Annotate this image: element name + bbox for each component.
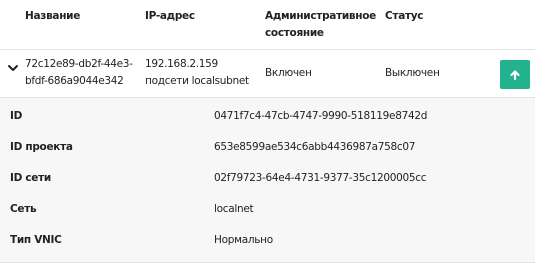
chevron-down-icon[interactable] xyxy=(7,62,19,74)
detail-value: 653e8599ae534c6abb4436987a758c07 xyxy=(214,141,416,153)
port-admin-state: Включен xyxy=(265,67,312,79)
detail-label: Тип VNIC xyxy=(10,234,62,246)
row-details-panel: ID 0471f7c4-47cb-4747-9990-518119e8742d … xyxy=(0,98,535,263)
detail-value: 0471f7c4-47cb-4747-9990-518119e8742d xyxy=(214,110,428,122)
detail-label: Сеть xyxy=(10,203,37,215)
detail-label: ID xyxy=(10,110,23,122)
column-header-admin-state[interactable]: Административное состояние xyxy=(265,8,385,42)
detail-row-project-id: ID проекта 653e8599ae534c6abb4436987a758… xyxy=(0,133,535,163)
detail-row-vnic-type: Тип VNIC Нормально xyxy=(0,226,535,256)
port-status: Выключен xyxy=(385,67,440,79)
detail-row-network-id: ID сети 02f79723-64e4-4731-9377-35c12000… xyxy=(0,164,535,194)
detail-row-network: Сеть localnet xyxy=(0,195,535,225)
detail-row-id: ID 0471f7c4-47cb-4747-9990-518119e8742d xyxy=(0,102,535,132)
port-name: 72c12e89-db2f-44e3-bfdf-686a9044e342 xyxy=(25,58,133,87)
detail-value: localnet xyxy=(214,203,254,215)
detail-label: ID сети xyxy=(10,172,51,184)
detail-value: Нормально xyxy=(214,234,273,246)
column-header-ip[interactable]: IP-адрес xyxy=(145,8,195,25)
action-button[interactable] xyxy=(500,60,530,89)
table-header: Название IP-адрес Административное состо… xyxy=(0,0,535,50)
arrow-up-icon xyxy=(509,69,521,81)
column-header-name[interactable]: Название xyxy=(25,8,80,25)
port-ip-address: 192.168.2.159 подсети localsubnet xyxy=(145,58,249,87)
detail-label: ID проекта xyxy=(10,141,73,153)
detail-value: 02f79723-64e4-4731-9377-35c1200005cc xyxy=(214,172,427,184)
column-header-status[interactable]: Статус xyxy=(385,8,424,25)
table-row[interactable]: 72c12e89-db2f-44e3-bfdf-686a9044e342 192… xyxy=(0,50,535,98)
